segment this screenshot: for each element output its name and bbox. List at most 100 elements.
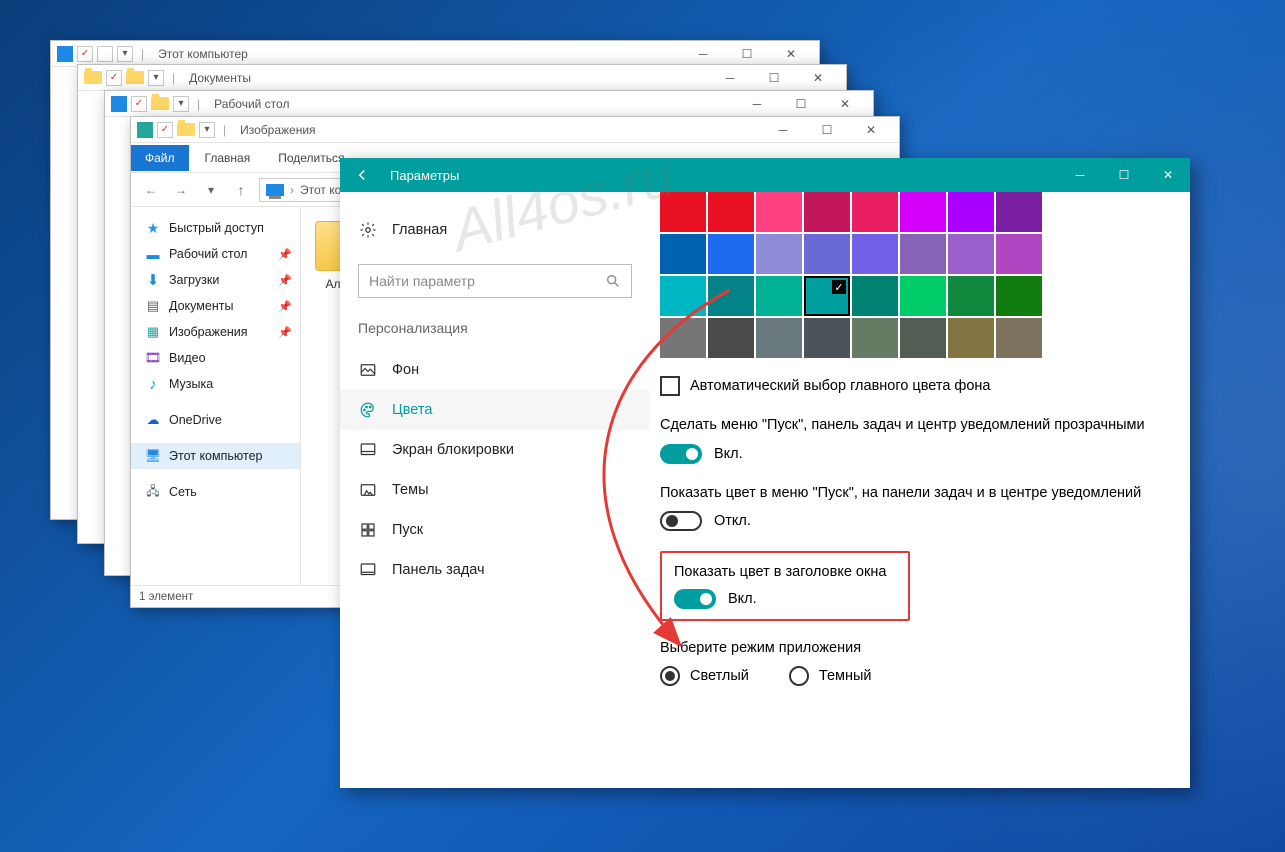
color-swatch[interactable] [948, 234, 994, 274]
nav-item-label: Цвета [392, 402, 432, 418]
color-swatch[interactable] [804, 234, 850, 274]
video-icon: 🎞 [145, 350, 161, 366]
sidebar-onedrive[interactable]: ☁ OneDrive [131, 407, 300, 433]
qat-dropdown[interactable]: ▾ [199, 122, 215, 138]
qat-item[interactable] [97, 46, 113, 62]
qat-save-icon[interactable]: ✓ [131, 96, 147, 112]
settings-window[interactable]: Параметры ─ ☐ ✕ Главная Найти параметр П… [340, 158, 1190, 788]
close-button[interactable]: ✕ [1146, 158, 1190, 192]
maximize-button[interactable]: ☐ [805, 117, 849, 143]
color-swatch[interactable] [756, 192, 802, 232]
color-swatch[interactable] [900, 234, 946, 274]
sidebar-item-videos[interactable]: 🎞 Видео [131, 345, 300, 371]
color-swatch[interactable] [708, 318, 754, 358]
minimize-button[interactable]: ─ [681, 41, 725, 67]
color-swatch[interactable] [900, 318, 946, 358]
settings-search-input[interactable]: Найти параметр [358, 264, 632, 298]
show-color-toggle[interactable]: Откл. [660, 511, 1160, 531]
color-swatch[interactable] [852, 276, 898, 316]
qat-dropdown[interactable]: ▾ [117, 46, 133, 62]
sidebar-this-pc[interactable]: 🖥 Этот компьютер [131, 443, 300, 469]
qat-save-icon[interactable]: ✓ [77, 46, 93, 62]
minimize-button[interactable]: ─ [735, 91, 779, 117]
qat-save-icon[interactable]: ✓ [157, 122, 173, 138]
radio-dark[interactable]: Темный [789, 666, 872, 686]
nav-forward-button[interactable]: → [169, 178, 193, 202]
color-swatch[interactable] [948, 318, 994, 358]
minimize-button[interactable]: ─ [761, 117, 805, 143]
maximize-button[interactable]: ☐ [1102, 158, 1146, 192]
nav-item-lockscreen[interactable]: Экран блокировки [340, 430, 650, 470]
nav-history-button[interactable]: ▾ [199, 178, 223, 202]
titlebar-color-toggle[interactable]: Вкл. [674, 589, 896, 609]
color-swatch[interactable] [756, 234, 802, 274]
picture-icon [358, 360, 378, 380]
onedrive-icon: ☁ [145, 412, 161, 428]
nav-item-themes[interactable]: Темы [340, 470, 650, 510]
transparency-toggle[interactable]: Вкл. [660, 444, 1160, 464]
color-swatch[interactable] [852, 192, 898, 232]
color-swatch[interactable] [900, 276, 946, 316]
color-swatch[interactable] [708, 192, 754, 232]
color-swatch[interactable] [996, 318, 1042, 358]
color-swatch[interactable] [852, 234, 898, 274]
nav-item-colors[interactable]: Цвета [340, 390, 650, 430]
color-swatch[interactable] [900, 192, 946, 232]
color-swatch[interactable] [708, 276, 754, 316]
auto-color-checkbox[interactable]: Автоматический выбор главного цвета фона [660, 376, 1160, 396]
minimize-button[interactable]: ─ [708, 65, 752, 91]
color-swatch[interactable] [756, 318, 802, 358]
back-button[interactable] [340, 158, 384, 192]
maximize-button[interactable]: ☐ [725, 41, 769, 67]
close-button[interactable]: ✕ [823, 91, 867, 117]
window-title: Рабочий стол [214, 97, 289, 111]
color-swatch[interactable] [996, 192, 1042, 232]
close-button[interactable]: ✕ [796, 65, 840, 91]
qat-save-icon[interactable]: ✓ [106, 70, 122, 86]
color-swatch[interactable] [948, 276, 994, 316]
color-swatch[interactable] [708, 234, 754, 274]
close-button[interactable]: ✕ [849, 117, 893, 143]
nav-back-button[interactable]: ← [139, 178, 163, 202]
color-swatch[interactable] [996, 276, 1042, 316]
color-swatch[interactable] [948, 192, 994, 232]
sidebar-item-desktop[interactable]: ▬ Рабочий стол 📌 [131, 241, 300, 267]
color-swatch[interactable] [804, 318, 850, 358]
sidebar-network[interactable]: 🖧 Сеть [131, 479, 300, 505]
music-icon: ♪ [145, 376, 161, 392]
nav-item-background[interactable]: Фон [340, 350, 650, 390]
qat-dropdown[interactable]: ▾ [148, 70, 164, 86]
ribbon-file-tab[interactable]: Файл [131, 145, 189, 171]
radio-circle [789, 666, 809, 686]
folder-icon [177, 123, 195, 136]
nav-item-start[interactable]: Пуск [340, 510, 650, 550]
sidebar-item-pictures[interactable]: ▦ Изображения 📌 [131, 319, 300, 345]
sidebar-quick-access[interactable]: ★ Быстрый доступ [131, 215, 300, 241]
settings-title: Параметры [390, 168, 459, 183]
color-swatch[interactable] [804, 192, 850, 232]
minimize-button[interactable]: ─ [1058, 158, 1102, 192]
color-swatch[interactable] [660, 234, 706, 274]
documents-icon: ▤ [145, 298, 161, 314]
sidebar-item-documents[interactable]: ▤ Документы 📌 [131, 293, 300, 319]
nav-item-taskbar[interactable]: Панель задач [340, 550, 650, 590]
color-swatch[interactable] [756, 276, 802, 316]
color-swatch[interactable] [660, 318, 706, 358]
folder-icon [126, 71, 144, 84]
ribbon-tab-home[interactable]: Главная [193, 145, 263, 171]
sidebar-item-downloads[interactable]: ⬇ Загрузки 📌 [131, 267, 300, 293]
color-swatch[interactable] [996, 234, 1042, 274]
color-swatch[interactable] [852, 318, 898, 358]
maximize-button[interactable]: ☐ [779, 91, 823, 117]
radio-light[interactable]: Светлый [660, 666, 749, 686]
toggle-state: Вкл. [714, 446, 743, 462]
sidebar-item-music[interactable]: ♪ Музыка [131, 371, 300, 397]
color-swatch[interactable] [660, 276, 706, 316]
close-button[interactable]: ✕ [769, 41, 813, 67]
nav-up-button[interactable]: ↑ [229, 178, 253, 202]
color-swatch[interactable] [660, 192, 706, 232]
color-swatch[interactable] [804, 276, 850, 316]
maximize-button[interactable]: ☐ [752, 65, 796, 91]
qat-dropdown[interactable]: ▾ [173, 96, 189, 112]
nav-home[interactable]: Главная [340, 210, 650, 250]
